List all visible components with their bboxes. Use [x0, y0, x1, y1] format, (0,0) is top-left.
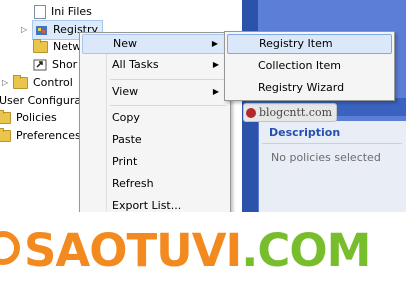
menu-item-view[interactable]: View ▶ [82, 82, 228, 102]
menu-item-paste[interactable]: Paste [82, 130, 228, 150]
submenu-item-registry-item[interactable]: Registry Item [227, 34, 392, 54]
expand-arrow-icon[interactable]: ▷ [21, 26, 29, 34]
tree-item-shortcuts[interactable]: Shor [33, 56, 77, 74]
submenu-arrow-icon: ▶ [211, 39, 218, 48]
submenu-arrow-icon: ▶ [212, 87, 219, 96]
description-text: No policies selected [271, 151, 381, 164]
submenu-item-label: Collection Item [258, 59, 341, 72]
divider [262, 143, 402, 144]
tree-item-policies[interactable]: Policies [0, 109, 57, 127]
submenu-item-registry-wizard[interactable]: Registry Wizard [227, 78, 391, 98]
banner-text: SAOTUVI.COM [24, 223, 371, 279]
tree-item-ini-files[interactable]: Ini Files [34, 3, 92, 21]
tree-item-label: Netw [53, 40, 82, 53]
tree-item-label: Control [33, 76, 73, 89]
expand-arrow-icon[interactable]: ▷ [2, 79, 10, 87]
menu-item-all-tasks[interactable]: All Tasks ▶ [82, 55, 228, 75]
context-menu: New ▶ All Tasks ▶ View ▶ Copy Paste Prin… [79, 32, 231, 214]
folder-icon [0, 110, 11, 124]
tree-item-control[interactable]: ▷ Control [2, 74, 73, 92]
menu-item-copy[interactable]: Copy [82, 108, 228, 128]
submenu-item-collection-item[interactable]: Collection Item [227, 56, 391, 76]
shortcut-icon [33, 59, 47, 71]
submenu-new: Registry Item Collection Item Registry W… [224, 31, 395, 101]
menu-item-new[interactable]: New ▶ [82, 34, 228, 54]
tree-item-label: User Configura [0, 94, 82, 107]
tree-item-network[interactable]: Netw [33, 38, 81, 56]
registry-icon [36, 25, 47, 35]
watermark-label: blogcntt.com [243, 103, 338, 122]
tree-item-label: Preferences [16, 129, 81, 142]
menu-item-label: All Tasks [112, 58, 159, 71]
folder-icon [13, 75, 28, 89]
watermark-text: blogcntt.com [259, 106, 333, 119]
banner-text-main: SAOTUVI [24, 224, 242, 277]
menu-item-label: Copy [112, 111, 140, 124]
submenu-arrow-icon: ▶ [212, 60, 219, 69]
folder-icon [33, 39, 48, 53]
folder-icon [0, 128, 11, 142]
menu-separator [110, 105, 226, 106]
document-icon [34, 5, 46, 19]
description-heading: Description [269, 126, 341, 139]
menu-separator [110, 79, 226, 80]
tree-item-preferences[interactable]: Preferences [0, 127, 81, 145]
menu-item-label: Paste [112, 133, 142, 146]
menu-item-print[interactable]: Print [82, 152, 228, 172]
tree-item-label: Policies [16, 111, 57, 124]
submenu-item-label: Registry Item [259, 37, 333, 50]
menu-item-label: Print [112, 155, 138, 168]
menu-item-label: Refresh [112, 177, 154, 190]
tree-item-label: Ini Files [51, 5, 92, 18]
banner-text-domain: .COM [241, 224, 371, 277]
menu-item-label: View [112, 85, 139, 98]
submenu-item-label: Registry Wizard [258, 81, 345, 94]
menu-item-refresh[interactable]: Refresh [82, 174, 228, 194]
tree-item-label: Shor [52, 58, 78, 71]
tree-item-user-configuration[interactable]: User Configura [0, 92, 81, 110]
watermark-logo-icon [246, 107, 256, 118]
menu-item-label: New [113, 37, 137, 50]
